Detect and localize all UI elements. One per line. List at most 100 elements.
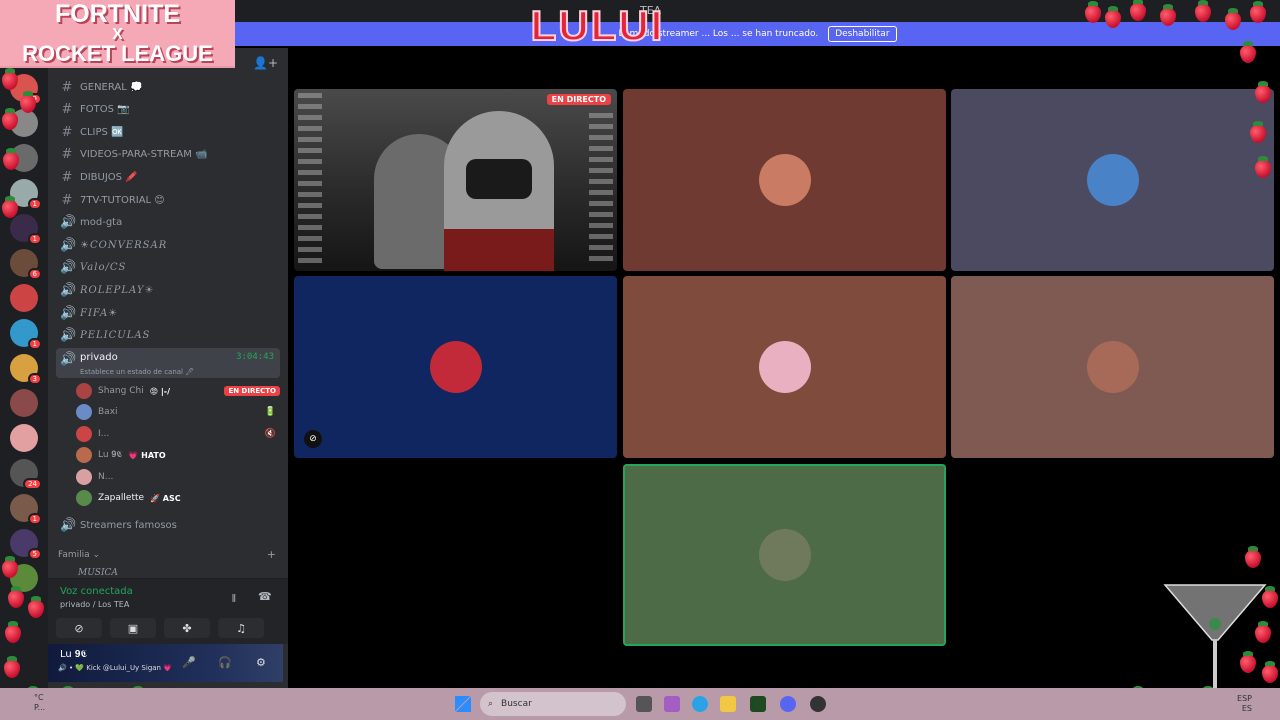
participant-avatar [429, 341, 482, 393]
terminal-icon[interactable] [750, 696, 766, 712]
voice-channel-path[interactable]: privado / Los TEA [60, 600, 129, 609]
channel-item[interactable]: 🔊 ROLEPLAY☀ [56, 279, 280, 301]
taskbar-search[interactable]: ⌕ Buscar [480, 692, 626, 716]
voice-user[interactable]: Shang Chi 😡 |-/ EN DIRECTO [76, 381, 280, 401]
speaker-icon: 🔊 [60, 517, 77, 533]
obs-icon[interactable] [810, 696, 826, 712]
channel-item[interactable]: 🔊 mod-gta [56, 212, 280, 234]
desktop-icons [298, 93, 322, 265]
channel-item[interactable]: # DIBUJOS 🖍️ [56, 166, 280, 188]
participant-tile[interactable] [623, 276, 946, 458]
weather-desc: P... [34, 703, 46, 713]
server-icon[interactable]: 5 [10, 529, 42, 560]
weather-widget[interactable]: °C P... [34, 693, 45, 714]
server-icon[interactable]: 1 [10, 494, 42, 525]
streamer-mode-banner: El modo streamer ... Los ... se han trun… [235, 22, 1280, 46]
avatar [76, 447, 92, 464]
voice-user[interactable]: I... 🔇 [76, 424, 280, 444]
server-icon[interactable]: 24 [10, 459, 42, 490]
server-icon[interactable] [10, 424, 38, 452]
camera-off-icon: ⊘ [74, 621, 84, 635]
participant-tile[interactable] [623, 464, 946, 646]
channel-item[interactable]: # VIDEOS-PARA-STREAM 📹 [56, 144, 280, 166]
user-name[interactable]: Lu 𝟗𝕮 [60, 649, 87, 660]
channel-status-text[interactable]: Establece un estado de canal 🖊 [80, 368, 194, 376]
category-familia[interactable]: Familia ⌄ [58, 550, 100, 560]
participant-tile[interactable] [623, 89, 946, 271]
channel-item[interactable]: # CLIPS 🆗 [56, 121, 280, 143]
hashtag-icon: # [61, 102, 73, 118]
language-indicator[interactable]: ESP ES [1237, 694, 1252, 715]
server-mention-badge: 3 [27, 373, 42, 385]
stream-tile[interactable]: EN DIRECTO [294, 89, 617, 271]
speaker-icon: 🔊 [60, 215, 77, 231]
desktop-icons [589, 113, 613, 263]
channel-name: GENERAL 💭 [80, 81, 143, 93]
windows-start-icon[interactable] [455, 696, 471, 712]
channel-item[interactable]: # GENERAL 💭 [56, 76, 280, 98]
channel-item[interactable]: 🔊 Valo/CS [56, 257, 280, 279]
settings-gear-icon[interactable]: ⚙ [256, 656, 266, 669]
server-mention-badge: 5 [27, 548, 42, 560]
channel-name: PELICULAS [80, 330, 151, 342]
channel-item[interactable]: #7TV-TUTORIAL 😊 [56, 189, 280, 211]
channel-name: DIBUJOS 🖍️ [80, 171, 138, 183]
task-view-icon[interactable] [636, 696, 652, 712]
voice-user[interactable]: Lu 𝟗𝕮 💗 HATO [76, 445, 280, 465]
hashtag-icon: # [61, 192, 73, 208]
server-icon[interactable]: 3 [10, 354, 42, 385]
user-panel: Lu 𝟗𝕮 🔊 • 💚 Kick @Lului_Uy Sigan 💗 🎤 🎧 ⚙ [48, 644, 283, 682]
participant-tile[interactable] [951, 276, 1274, 458]
server-mention-badge: 6 [27, 268, 42, 280]
edge-icon[interactable] [692, 696, 708, 712]
file-explorer-icon[interactable] [720, 696, 736, 712]
add-channel-icon[interactable]: + [267, 548, 276, 561]
muted-icon: 🔇 [264, 428, 276, 439]
channel-name: FOTOS 📷 [80, 104, 130, 116]
screen-share-button[interactable]: ▣ [110, 618, 156, 638]
voice-user-name: Shang Chi [98, 386, 144, 396]
channel-musica[interactable]: MUSICA [78, 568, 118, 578]
discord-icon[interactable] [780, 696, 796, 712]
server-icon[interactable] [10, 389, 38, 417]
speaker-icon: 🔊 [60, 328, 77, 344]
camera-off-button[interactable]: ⊘ [56, 618, 102, 638]
screen-share-icon: ▣ [127, 621, 139, 635]
search-icon: ⌕ [488, 699, 494, 709]
language-bottom: ES [1241, 704, 1252, 714]
hashtag-icon: # [61, 79, 73, 95]
participant-tile[interactable] [951, 89, 1274, 271]
server-icon[interactable] [10, 284, 38, 312]
channel-name: VIDEOS-PARA-STREAM 📹 [80, 149, 208, 161]
microphone-icon[interactable]: 🎤 [182, 656, 196, 669]
voice-user[interactable]: Baxi 🔋 [76, 402, 280, 422]
voice-user-name: N... [98, 471, 114, 482]
red-scarf-shape [444, 229, 554, 271]
channel-item[interactable]: 🔊 FIFA☀ [56, 302, 280, 324]
activities-icon: ✤ [182, 621, 192, 635]
speaker-icon: 🔊 [60, 352, 77, 367]
disconnect-icon[interactable]: ☎ [258, 590, 272, 603]
participant-tile[interactable]: ⊘ [294, 276, 617, 458]
disable-streamer-mode-button[interactable]: Deshabilitar [828, 26, 897, 42]
channel-item[interactable]: # FOTOS 📷 [56, 99, 280, 121]
voice-user[interactable]: Zapallette 🚀 ASC [76, 488, 280, 508]
strawberry-decor-icon [1240, 41, 1256, 63]
headphones-icon[interactable]: 🎧 [218, 656, 232, 669]
noise-suppression-icon[interactable]: 𝍪 [232, 590, 236, 609]
server-icon[interactable]: 1 [10, 214, 42, 245]
office-icon[interactable] [664, 696, 680, 712]
voice-channel-privado[interactable]: 🔊 privado 3:04:43 Establece un estado de… [56, 348, 280, 378]
server-icon[interactable]: 1 [10, 319, 42, 350]
channel-name: ROLEPLAY☀ [80, 284, 155, 296]
logo-text-line1: FORTNITE [55, 0, 180, 28]
soundboard-button[interactable]: ♫ [218, 618, 264, 638]
channel-item[interactable]: 🔊 PELICULAS [56, 325, 280, 347]
server-icon[interactable]: 6 [10, 249, 42, 280]
voice-channel-streamers[interactable]: 🔊 Streamers famosos [56, 514, 280, 536]
activities-button[interactable]: ✤ [164, 618, 210, 638]
voice-user[interactable]: N... [76, 467, 280, 487]
channel-name: Streamers famosos [80, 519, 177, 531]
invite-people-icon[interactable]: 👤+ [253, 56, 278, 70]
channel-item[interactable]: 🔊 ☀CONVERSAR [56, 234, 280, 256]
